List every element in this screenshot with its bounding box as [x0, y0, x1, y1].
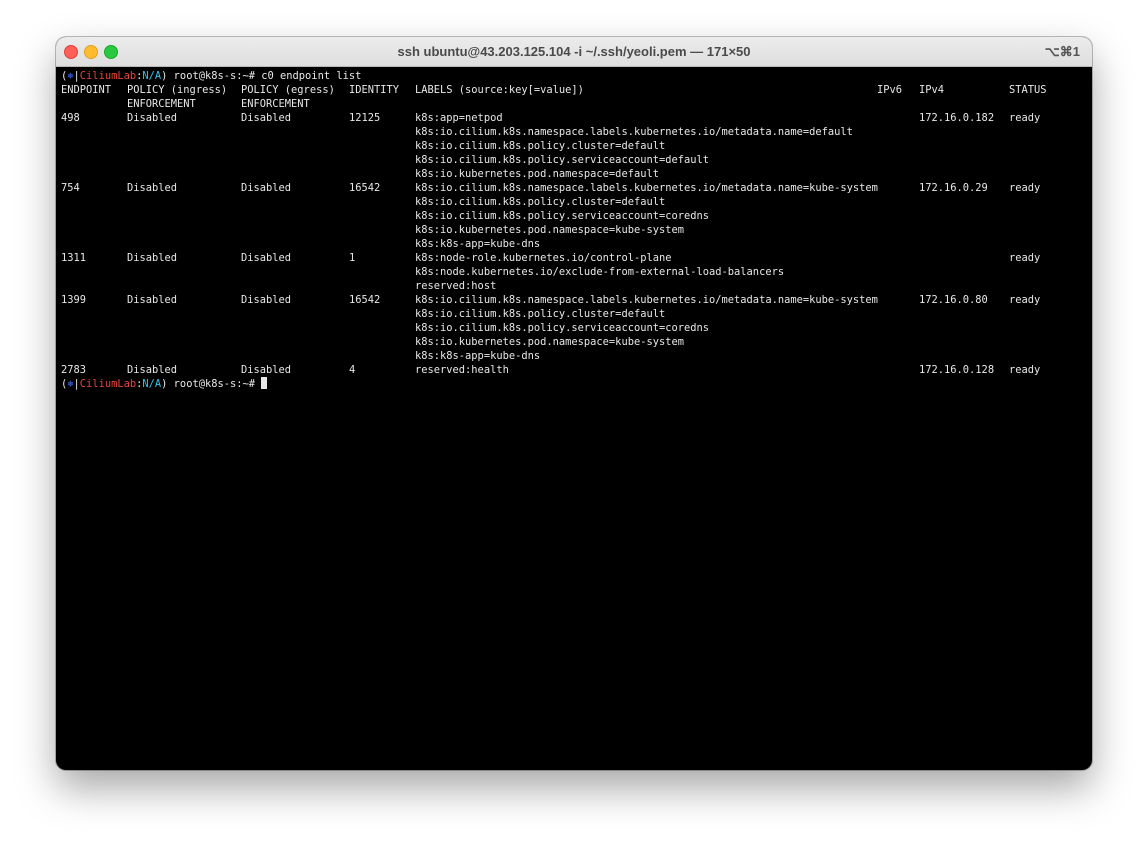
identity-value: 16542: [349, 182, 381, 194]
table-header-row: ENDPOINT POLICY (ingress) POLICY (egress…: [61, 83, 1092, 97]
status-value: ready: [1009, 252, 1041, 264]
label-value: k8s:io.kubernetes.pod.namespace=kube-sys…: [415, 224, 684, 236]
label-value: k8s:io.kubernetes.pod.namespace=default: [415, 168, 659, 180]
ipv4-value: 172.16.0.29: [919, 182, 988, 194]
endpoint-id: 498: [61, 112, 80, 124]
label-value: reserved:health: [415, 364, 509, 376]
table-row-continuation: k8s:io.kubernetes.pod.namespace=kube-sys…: [61, 335, 1092, 349]
ipv4-value: 172.16.0.80: [919, 294, 988, 306]
header-ipv4: IPv4: [919, 84, 945, 96]
label-value: k8s:node-role.kubernetes.io/control-plan…: [415, 252, 672, 264]
label-value: k8s:io.cilium.k8s.policy.cluster=default: [415, 196, 666, 208]
text-cursor[interactable]: [261, 377, 268, 389]
identity-value: 4: [349, 364, 356, 376]
policy-egress-value: Disabled: [241, 112, 292, 124]
endpoint-table: 498 Disabled Disabled 12125 172.16.0.182 read…: [61, 111, 1092, 377]
title-bar[interactable]: ssh ubuntu@43.203.125.104 -i ~/.ssh/yeol…: [56, 37, 1092, 67]
table-row-continuation: k8s:io.cilium.k8s.policy.cluster=default: [61, 307, 1092, 321]
label-value: reserved:host: [415, 280, 497, 292]
status-value: ready: [1009, 294, 1041, 306]
label-value: k8s:io.cilium.k8s.namespace.labels.kuber…: [415, 182, 878, 194]
endpoint-id: 1399: [61, 294, 87, 306]
policy-egress-value: Disabled: [241, 364, 292, 376]
status-value: ready: [1009, 364, 1041, 376]
ipv4-value: 172.16.0.128: [919, 364, 995, 376]
status-value: ready: [1009, 112, 1041, 124]
policy-ingress-value: Disabled: [127, 252, 178, 264]
policy-egress-value: Disabled: [241, 252, 292, 264]
header-ipv6: IPv6: [877, 84, 903, 96]
table-row: 1311 Disabled Disabled 1 ready k8s:node-role.…: [61, 251, 1092, 265]
table-row-continuation: k8s:io.cilium.k8s.policy.cluster=default: [61, 195, 1092, 209]
ipv4-value: 172.16.0.182: [919, 112, 995, 124]
prompt-namespace: N/A: [142, 70, 162, 82]
table-row-continuation: k8s:io.cilium.k8s.policy.serviceaccount=…: [61, 153, 1092, 167]
table-row-continuation: reserved:host: [61, 279, 1092, 293]
label-value: k8s:io.cilium.k8s.policy.cluster=default: [415, 308, 666, 320]
command-line-active: (⎈|CiliumLab:N/A) root@k8s-s:~#: [61, 377, 1092, 391]
shell-prompt: (⎈|CiliumLab:N/A) root@k8s-s:~#: [61, 70, 262, 82]
table-row-continuation: k8s:io.cilium.k8s.policy.cluster=default: [61, 139, 1092, 153]
table-row-continuation: k8s:k8s-app=kube-dns: [61, 237, 1092, 251]
shell-prompt: (⎈|CiliumLab:N/A) root@k8s-s:~#: [61, 378, 262, 390]
table-row-continuation: k8s:io.kubernetes.pod.namespace=kube-sys…: [61, 223, 1092, 237]
header-endpoint: ENDPOINT: [61, 84, 112, 96]
identity-value: 1: [349, 252, 356, 264]
terminal-output[interactable]: (⎈|CiliumLab:N/A) root@k8s-s:~# c0 endpo…: [61, 69, 1092, 770]
label-value: k8s:io.cilium.k8s.policy.serviceaccount=…: [415, 322, 710, 334]
header-ingress-enforcement: ENFORCEMENT: [127, 98, 196, 110]
endpoint-id: 754: [61, 182, 80, 194]
label-value: k8s:io.cilium.k8s.policy.serviceaccount=…: [415, 210, 710, 222]
prompt-cluster: CiliumLab: [79, 378, 137, 390]
header-status: STATUS: [1009, 84, 1047, 96]
policy-ingress-value: Disabled: [127, 364, 178, 376]
policy-ingress-value: Disabled: [127, 182, 178, 194]
table-row: 1399 Disabled Disabled 16542 172.16.0.80 read…: [61, 293, 1092, 307]
label-value: k8s:io.cilium.k8s.policy.serviceaccount=…: [415, 154, 710, 166]
table-row: 754 Disabled Disabled 16542 172.16.0.29 ready…: [61, 181, 1092, 195]
header-labels: LABELS (source:key[=value]): [415, 84, 584, 96]
table-row-continuation: k8s:node.kubernetes.io/exclude-from-exte…: [61, 265, 1092, 279]
terminal-window: ssh ubuntu@43.203.125.104 -i ~/.ssh/yeol…: [56, 37, 1092, 770]
table-row-continuation: k8s:k8s-app=kube-dns: [61, 349, 1092, 363]
policy-egress-value: Disabled: [241, 294, 292, 306]
command-text: c0 endpoint list: [261, 70, 362, 82]
table-row: 498 Disabled Disabled 12125 172.16.0.182 read…: [61, 111, 1092, 125]
label-value: k8s:io.kubernetes.pod.namespace=kube-sys…: [415, 336, 684, 348]
label-value: k8s:io.cilium.k8s.namespace.labels.kuber…: [415, 126, 853, 138]
label-value: k8s:io.cilium.k8s.policy.cluster=default: [415, 140, 666, 152]
table-row: 2783 Disabled Disabled 4 172.16.0.128 ready re…: [61, 363, 1092, 377]
policy-ingress-value: Disabled: [127, 112, 178, 124]
table-row-continuation: k8s:io.cilium.k8s.policy.serviceaccount=…: [61, 209, 1092, 223]
table-header-row-2: ENFORCEMENT ENFORCEMENT: [61, 97, 1092, 111]
header-policy-egress: POLICY (egress): [241, 84, 335, 96]
policy-egress-value: Disabled: [241, 182, 292, 194]
label-value: k8s:k8s-app=kube-dns: [415, 238, 541, 250]
table-row-continuation: k8s:io.cilium.k8s.policy.serviceaccount=…: [61, 321, 1092, 335]
tab-shortcut-label: ⌥⌘1: [1044, 44, 1080, 59]
command-line: (⎈|CiliumLab:N/A) root@k8s-s:~# c0 endpo…: [61, 69, 1092, 83]
endpoint-id: 1311: [61, 252, 87, 264]
endpoint-id: 2783: [61, 364, 87, 376]
policy-ingress-value: Disabled: [127, 294, 178, 306]
window-title: ssh ubuntu@43.203.125.104 -i ~/.ssh/yeol…: [397, 44, 751, 59]
label-value: k8s:node.kubernetes.io/exclude-from-exte…: [415, 266, 785, 278]
header-egress-enforcement: ENFORCEMENT: [241, 98, 310, 110]
header-policy-ingress: POLICY (ingress): [127, 84, 228, 96]
status-value: ready: [1009, 182, 1041, 194]
header-identity: IDENTITY: [349, 84, 400, 96]
label-value: k8s:io.cilium.k8s.namespace.labels.kuber…: [415, 294, 878, 306]
prompt-namespace: N/A: [142, 378, 162, 390]
label-value: k8s:k8s-app=kube-dns: [415, 350, 541, 362]
identity-value: 12125: [349, 112, 381, 124]
table-row-continuation: k8s:io.kubernetes.pod.namespace=default: [61, 167, 1092, 181]
identity-value: 16542: [349, 294, 381, 306]
label-value: k8s:app=netpod: [415, 112, 503, 124]
table-row-continuation: k8s:io.cilium.k8s.namespace.labels.kuber…: [61, 125, 1092, 139]
prompt-cluster: CiliumLab: [79, 70, 137, 82]
